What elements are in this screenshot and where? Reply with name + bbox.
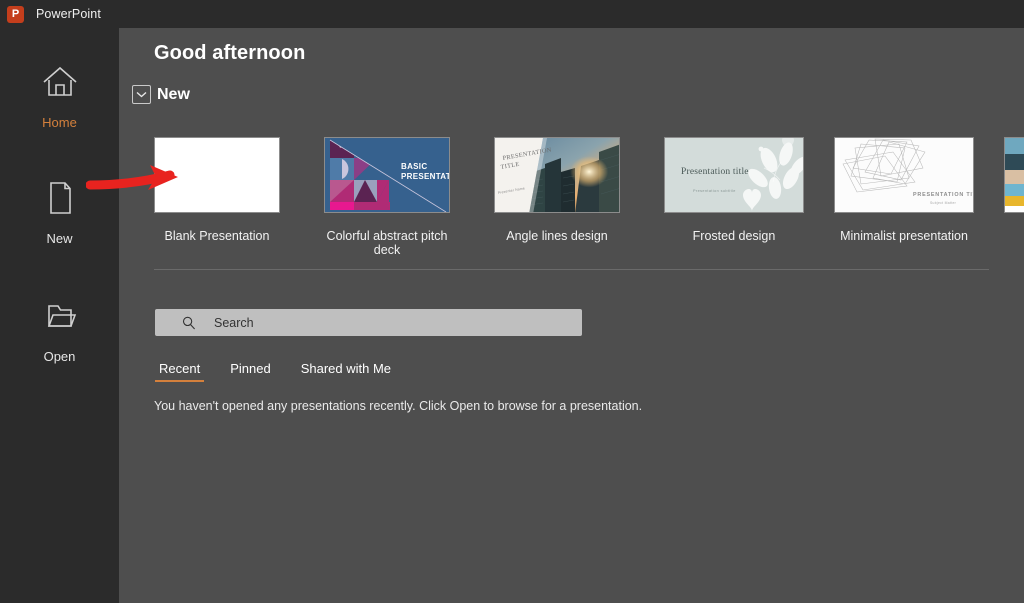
title-bar: P PowerPoint bbox=[0, 0, 1024, 28]
template-label: Angle lines design bbox=[506, 229, 608, 243]
template-thumbnail[interactable]: Presentation title Presentation subtitle bbox=[664, 137, 804, 213]
svg-text:Subject Matter: Subject Matter bbox=[930, 201, 957, 205]
template-label: Blank Presentation bbox=[164, 229, 270, 243]
powerpoint-start-screen: P PowerPoint Home New Open Good afternoo… bbox=[0, 0, 1024, 603]
app-title: PowerPoint bbox=[36, 7, 101, 21]
home-icon bbox=[42, 66, 77, 96]
svg-text:PRESENTATION TITLE: PRESENTATION TITLE bbox=[913, 192, 974, 198]
home-content-pane: Good afternoon New Blank Presentation BA… bbox=[119, 28, 1024, 603]
svg-text:BASIC: BASIC bbox=[401, 162, 427, 171]
template-card-partial[interactable] bbox=[1004, 137, 1024, 257]
svg-text:Presentation title: Presentation title bbox=[681, 167, 749, 177]
template-thumbnail[interactable] bbox=[1004, 137, 1024, 213]
template-card-frosted-design[interactable]: Presentation title Presentation subtitle… bbox=[664, 137, 804, 257]
powerpoint-logo-icon: P bbox=[7, 5, 24, 23]
sidebar-item-label: Home bbox=[42, 114, 77, 130]
tab-recent[interactable]: Recent bbox=[155, 361, 205, 382]
greeting-heading: Good afternoon bbox=[154, 42, 306, 64]
tab-pinned[interactable]: Pinned bbox=[226, 361, 274, 382]
template-thumbnail[interactable]: BASIC PRESENTATION bbox=[324, 137, 450, 213]
empty-state-message: You haven't opened any presentations rec… bbox=[154, 399, 643, 413]
chevron-down-icon[interactable] bbox=[132, 85, 151, 104]
template-card-angle-lines-design[interactable]: PRESENTATION TITLE Presenter Name Angle … bbox=[494, 137, 634, 257]
search-placeholder: Search bbox=[214, 315, 254, 330]
svg-text:PRESENTATION: PRESENTATION bbox=[401, 172, 450, 181]
template-label: Minimalist presentation bbox=[840, 229, 968, 243]
left-navigation-rail: Home New Open bbox=[0, 28, 119, 603]
sidebar-item-home[interactable]: Home bbox=[0, 40, 119, 152]
template-thumbnail[interactable]: PRESENTATION TITLE Subject Matter bbox=[834, 137, 974, 213]
search-input[interactable]: Search bbox=[155, 309, 582, 336]
page-icon bbox=[49, 181, 71, 214]
search-icon bbox=[182, 316, 196, 329]
new-section-header[interactable]: New bbox=[132, 85, 190, 104]
folder-icon bbox=[47, 304, 76, 327]
sidebar-item-label: New bbox=[46, 230, 73, 246]
sidebar-item-open[interactable]: Open bbox=[0, 274, 119, 386]
template-card-minimalist-presentation[interactable]: PRESENTATION TITLE Subject Matter Minima… bbox=[834, 137, 974, 257]
svg-text:Presentation subtitle: Presentation subtitle bbox=[693, 189, 736, 193]
sidebar-item-label: Open bbox=[43, 348, 76, 364]
template-thumbnail[interactable]: PRESENTATION TITLE Presenter Name bbox=[494, 137, 620, 213]
red-arrow-annotation-icon bbox=[86, 165, 178, 190]
template-gallery: Blank Presentation BASIC PRESENTAT Color… bbox=[154, 137, 1024, 257]
new-section-label: New bbox=[157, 85, 190, 103]
tab-shared-with-me[interactable]: Shared with Me bbox=[297, 361, 395, 382]
template-label: Colorful abstract pitch deck bbox=[326, 229, 448, 257]
template-label: Frosted design bbox=[692, 229, 776, 243]
template-card-colorful-abstract-pitch-deck[interactable]: BASIC PRESENTATION Colorful abstract pit… bbox=[324, 137, 464, 257]
section-divider bbox=[154, 269, 989, 270]
recent-files-tabs: Recent Pinned Shared with Me bbox=[155, 361, 395, 382]
